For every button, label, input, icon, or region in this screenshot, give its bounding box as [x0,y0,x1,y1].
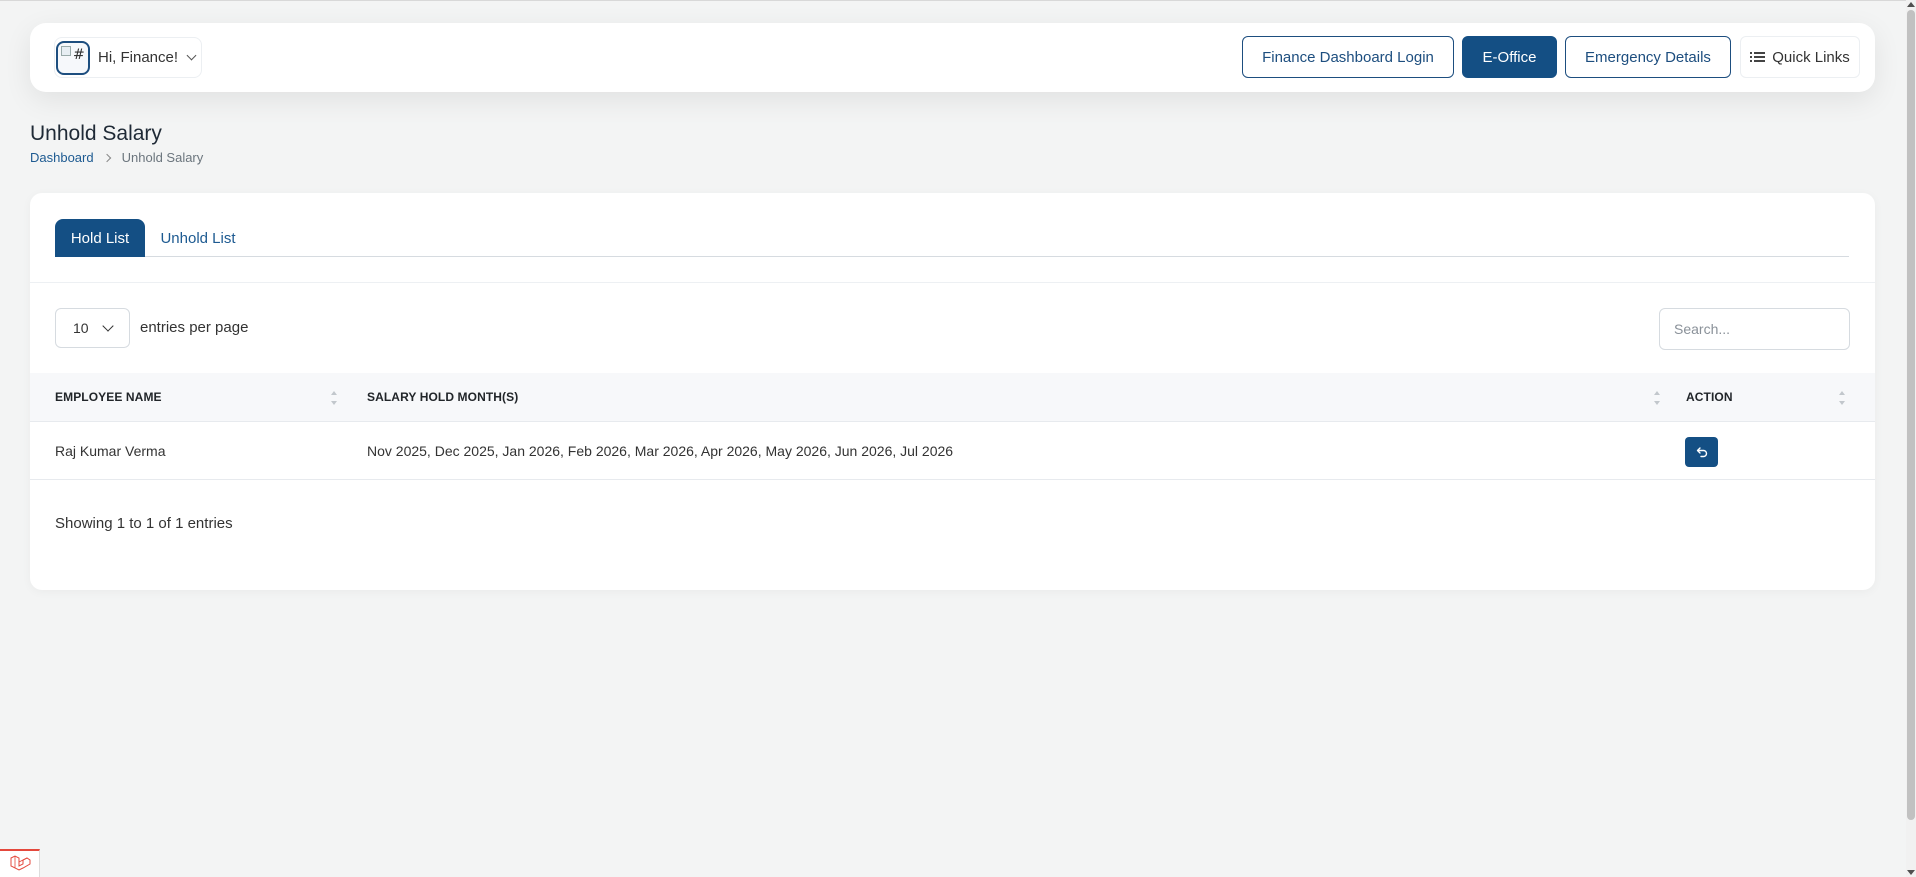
unhold-button[interactable] [1685,437,1718,467]
top-header: # Hi, Finance! Finance Dashboard Login E… [30,23,1875,92]
avatar: # [56,40,90,75]
divider [30,282,1875,283]
top-border [0,0,1916,1]
entries-per-page-label: entries per page [140,319,249,336]
employee-name-cell: Raj Kumar Verma [55,443,166,459]
vertical-scrollbar[interactable] [1906,0,1916,877]
sort-icon[interactable] [330,391,338,405]
list-icon [1750,51,1766,63]
table-info: Showing 1 to 1 of 1 entries [55,515,233,532]
user-greeting: Hi, Finance! [98,49,179,66]
e-office-button[interactable]: E-Office [1462,36,1557,78]
scrollbar-thumb[interactable] [1907,10,1915,820]
breadcrumb-current: Unhold Salary [121,150,204,165]
table-header: EMPLOYEE NAME SALARY HOLD MONTH(S) ACTIO… [30,373,1875,422]
undo-icon [1696,447,1707,458]
emergency-details-button[interactable]: Emergency Details [1565,36,1731,78]
table-row: Raj Kumar Verma Nov 2025, Dec 2025, Jan … [30,423,1875,480]
column-header-employee-name[interactable]: EMPLOYEE NAME [55,390,162,404]
user-menu[interactable]: # Hi, Finance! [54,37,202,78]
sort-icon[interactable] [1838,391,1846,405]
chevron-down-icon [186,50,197,61]
scroll-down-icon[interactable] [1907,870,1915,875]
chevron-right-icon [102,153,111,162]
column-header-action[interactable]: ACTION [1686,390,1733,404]
laravel-logo-icon [10,855,30,871]
hold-months-cell: Nov 2025, Dec 2025, Jan 2026, Feb 2026, … [367,443,954,459]
chevron-down-icon [102,320,114,332]
sort-icon[interactable] [1653,391,1661,405]
breadcrumb-dashboard-link[interactable]: Dashboard [30,150,94,165]
tab-unhold-list[interactable]: Unhold List [153,219,243,257]
quick-links-button[interactable]: Quick Links [1740,36,1860,78]
debugbar-toggle[interactable] [0,849,40,877]
breadcrumb: Dashboard Unhold Salary [30,150,203,165]
search-input[interactable] [1659,308,1850,350]
finance-dashboard-login-button[interactable]: Finance Dashboard Login [1242,36,1454,78]
per-page-value: 10 [73,320,89,336]
page-title: Unhold Salary [30,122,162,145]
quick-links-label: Quick Links [1772,48,1850,66]
column-header-salary-hold-months[interactable]: SALARY HOLD MONTH(S) [367,390,518,404]
entries-per-page-select[interactable]: 10 [55,308,130,348]
scroll-up-icon[interactable] [1907,2,1915,7]
avatar-alt-text: # [73,46,85,63]
broken-image-icon [61,45,71,56]
hold-list-card: Hold List Unhold List 10 entries per pag… [30,193,1875,590]
tab-bar: Hold List Unhold List [55,219,1849,257]
tab-hold-list[interactable]: Hold List [55,219,145,257]
